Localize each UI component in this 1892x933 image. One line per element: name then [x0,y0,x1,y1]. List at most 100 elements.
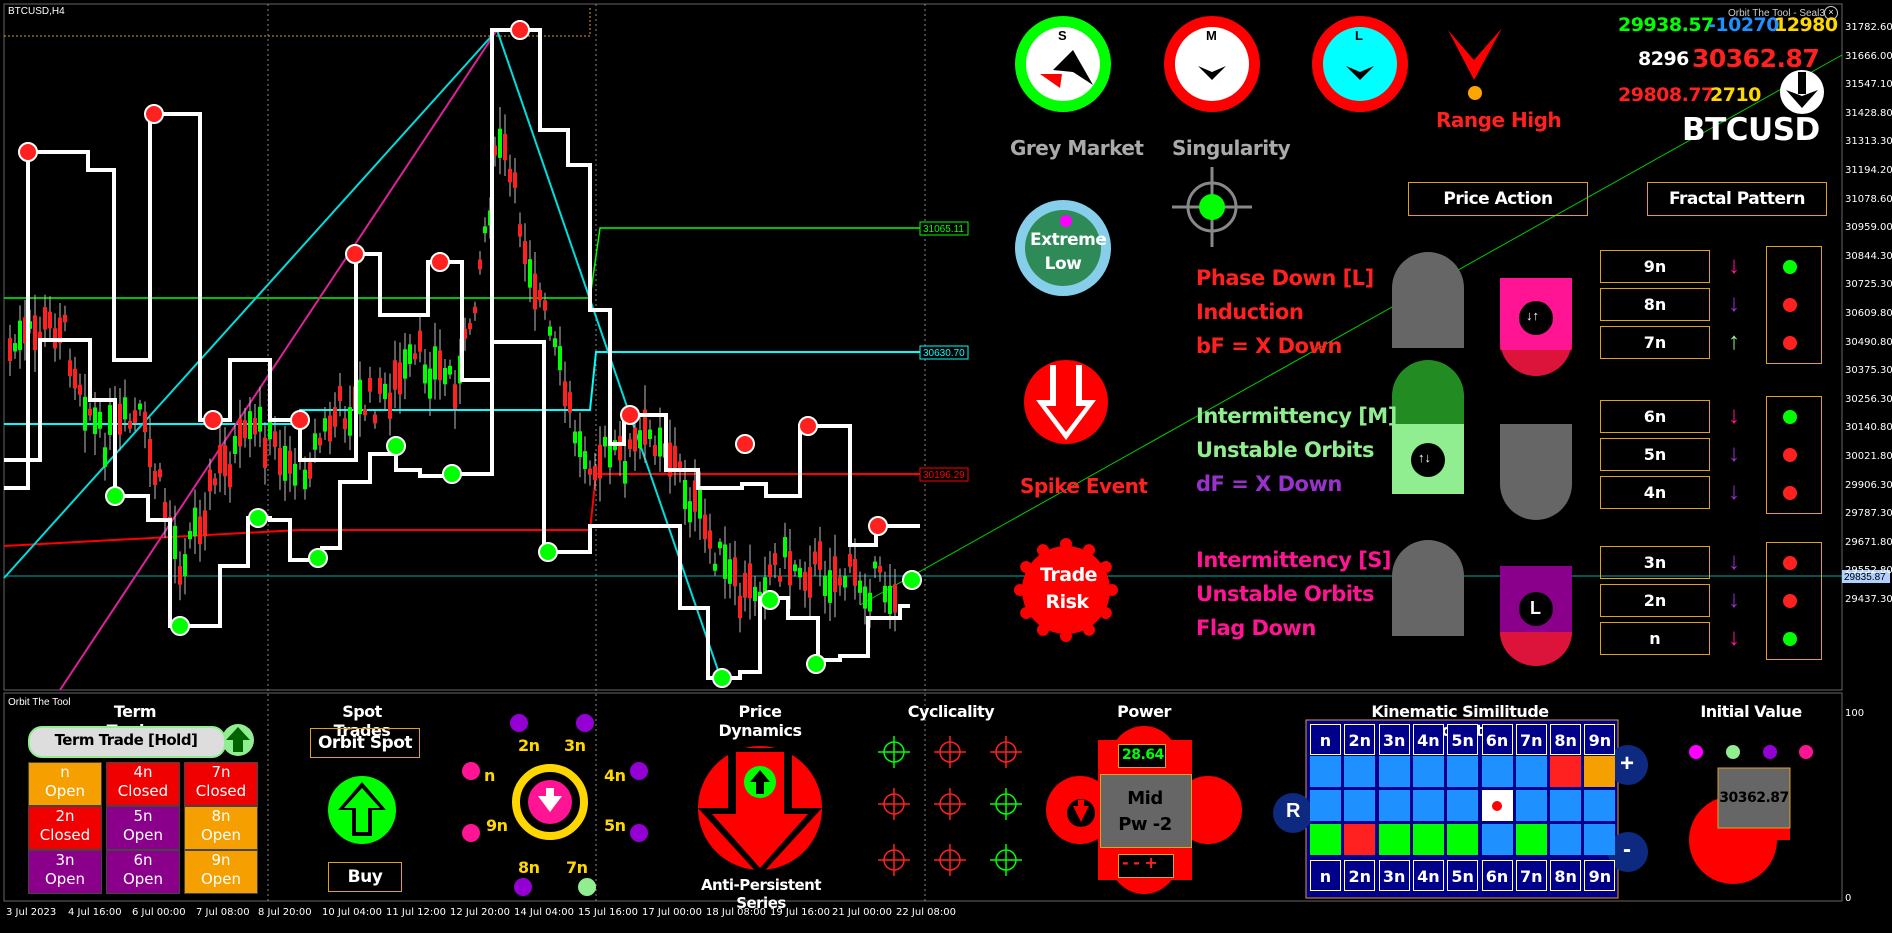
fractal-box[interactable]: 6n [1600,400,1710,433]
term-trade-fractal: 2n [55,807,75,825]
term-trade-cell[interactable]: 8n Open [184,806,258,850]
candle [123,397,127,420]
level-green-tag: 31065.11 [923,224,964,235]
spot-up-arrow-icon [328,776,396,844]
candle [158,469,162,478]
symbol-label: BTCUSD,H4 [8,6,65,17]
kso-header: 2n [1344,724,1376,755]
term-trade-fractal: 7n [211,763,231,781]
candle [708,530,712,549]
candle [183,554,187,577]
power-mid-line1: Mid [1127,788,1163,809]
price-axis-tick: 31782.60 [1845,22,1892,33]
time-axis-tick: 10 Jul 04:00 [322,907,382,918]
term-trade-cell[interactable]: 7n Closed [184,762,258,806]
fractal-box[interactable]: 4n [1600,476,1710,509]
fractal-arrow-icon: ↓ [1728,586,1740,613]
candle [18,320,22,351]
candle [408,344,412,364]
candle [343,418,347,430]
fractal-box[interactable]: 2n [1600,584,1710,617]
fractal-arrow-icon: ↓ [1728,402,1740,429]
candle [733,557,737,587]
orbit-spot-button[interactable]: Orbit Spot [310,728,420,758]
range-high-label: Range High [1436,108,1562,132]
term-trade-cell[interactable]: 6n Open [106,850,180,894]
candle [753,586,757,602]
power-controls[interactable]: - - + [1122,853,1158,872]
candle [718,541,722,549]
fractal-arrow-icon: ↓ [1728,548,1740,575]
candle [233,435,237,455]
fractal-low-marker [308,548,328,568]
fractal-box[interactable]: 8n [1600,288,1710,321]
fractal-box[interactable]: 9n [1600,250,1710,283]
stat-v1: 29938.57 [1618,14,1714,36]
hold-arrow-icon[interactable] [222,724,254,756]
fractal-arrow-icon: ↓ [1728,478,1740,505]
term-trade-cell[interactable]: 2n Closed [28,806,102,850]
buy-button[interactable]: Buy [328,862,402,892]
fractal-low-marker [386,436,406,456]
kso-minus-button[interactable]: - [1623,836,1631,864]
kso-cell [1584,790,1616,821]
candle [278,447,282,476]
gauge-s-letter: S [1058,28,1067,43]
fractal-low-marker [712,668,732,688]
candle [773,553,777,565]
kso-cell [1378,756,1410,787]
price-axis-tick: 29437.30 [1845,594,1892,605]
candle [873,561,877,569]
fractal-box[interactable]: n [1600,622,1710,655]
kso-cell [1550,824,1582,855]
candle [273,431,277,447]
price-action-button[interactable]: Price Action [1408,182,1588,216]
kso-plus-button[interactable]: + [1620,750,1634,778]
candle [133,410,137,424]
fractal-high-marker [18,142,38,162]
level-red-tag: 30196.29 [923,470,965,481]
fractal-arrow-icon: ↑ [1728,328,1740,355]
price-axis-tick: 31547.10 [1845,79,1892,91]
term-trade-cell[interactable]: 4n Closed [106,762,180,806]
candle [573,431,577,444]
fractal-high-marker [735,434,755,454]
fractal-arrow-icon: ↓ [1728,290,1740,317]
price-axis-tick: 29552.80 [1845,565,1892,577]
kso-r-button[interactable]: R [1286,800,1300,823]
term-trade-cell[interactable]: 9n Open [184,850,258,894]
level-cyan-tag: 30630.70 [923,348,965,359]
candle [673,445,677,470]
candle [738,595,742,619]
term-trade-cell[interactable]: n Open [28,762,102,806]
candle [118,403,122,435]
candle [208,469,212,492]
fractal-pattern-button[interactable]: Fractal Pattern [1647,182,1827,216]
fractal-box[interactable]: 7n [1600,326,1710,359]
fractal-box[interactable]: 3n [1600,546,1710,579]
term-trade-status: Closed [195,782,247,800]
fractal-low-marker [248,508,268,528]
candle [8,338,12,362]
candle [198,516,202,545]
term-trade-cell[interactable]: 3n Open [28,850,102,894]
fractal-box[interactable]: 5n [1600,438,1710,471]
candle [838,577,842,586]
candle [553,338,557,348]
power-down-icon [1067,799,1095,827]
candle [153,471,157,486]
kso-cell [1515,824,1547,855]
kso-header: 2n [1344,860,1376,891]
term-trade-status: Closed [117,782,169,800]
price-dynamics-title: Price Dynamics [718,702,802,740]
price-axis-tick: 30021.80 [1845,451,1892,462]
price-axis-tick: 30256.30 [1845,393,1892,405]
term-trade-cell[interactable]: 5n Open [106,806,180,850]
term-trade-fractal: n [60,763,70,781]
candle [868,592,872,612]
kso-cell [1344,824,1376,855]
candle [13,343,17,352]
candle [443,367,447,385]
fractal-arrow-icon: ↓ [1728,252,1740,279]
term-trade-fractal: 4n [133,763,153,781]
